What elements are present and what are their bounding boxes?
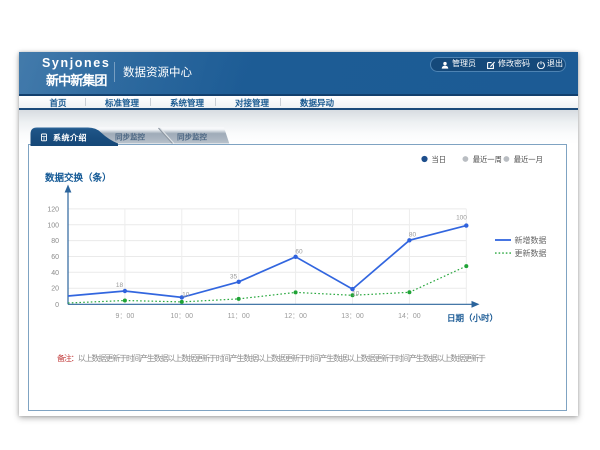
svg-text:60: 60: [51, 254, 59, 261]
svg-text:20: 20: [51, 285, 59, 292]
svg-text:100: 100: [47, 222, 59, 229]
svg-text:日期（小时）: 日期（小时）: [447, 313, 498, 323]
svg-text:120: 120: [47, 206, 59, 213]
svg-text:数据交换（条）: 数据交换（条）: [44, 172, 112, 184]
svg-text:13：00: 13：00: [341, 313, 364, 320]
svg-text:11：00: 11：00: [228, 313, 250, 320]
svg-text:0: 0: [55, 301, 59, 308]
svg-text:12：00: 12：00: [284, 313, 307, 320]
svg-text:系统介绍: 系统介绍: [53, 133, 87, 143]
svg-text:60: 60: [295, 248, 303, 255]
svg-text:18: 18: [116, 282, 124, 289]
svg-text:100: 100: [456, 214, 467, 221]
svg-text:14：00: 14：00: [398, 313, 421, 320]
svg-text:10: 10: [182, 291, 190, 298]
svg-text:新增数据: 新增数据: [515, 235, 547, 245]
svg-text:10: 10: [352, 290, 360, 297]
svg-text:40: 40: [51, 269, 59, 276]
svg-text:同步监控: 同步监控: [115, 132, 145, 142]
svg-text:80: 80: [51, 238, 59, 245]
svg-text:同步监控: 同步监控: [177, 132, 207, 142]
svg-text:9：00: 9：00: [116, 313, 135, 320]
svg-text:80: 80: [409, 231, 417, 238]
svg-text:10：00: 10：00: [171, 313, 194, 320]
svg-text:最近一周: 最近一周: [473, 154, 502, 163]
svg-text:更新数据: 更新数据: [515, 248, 547, 258]
svg-text:当日: 当日: [432, 154, 447, 163]
svg-text:35: 35: [230, 273, 238, 280]
svg-text:最近一月: 最近一月: [514, 154, 543, 163]
